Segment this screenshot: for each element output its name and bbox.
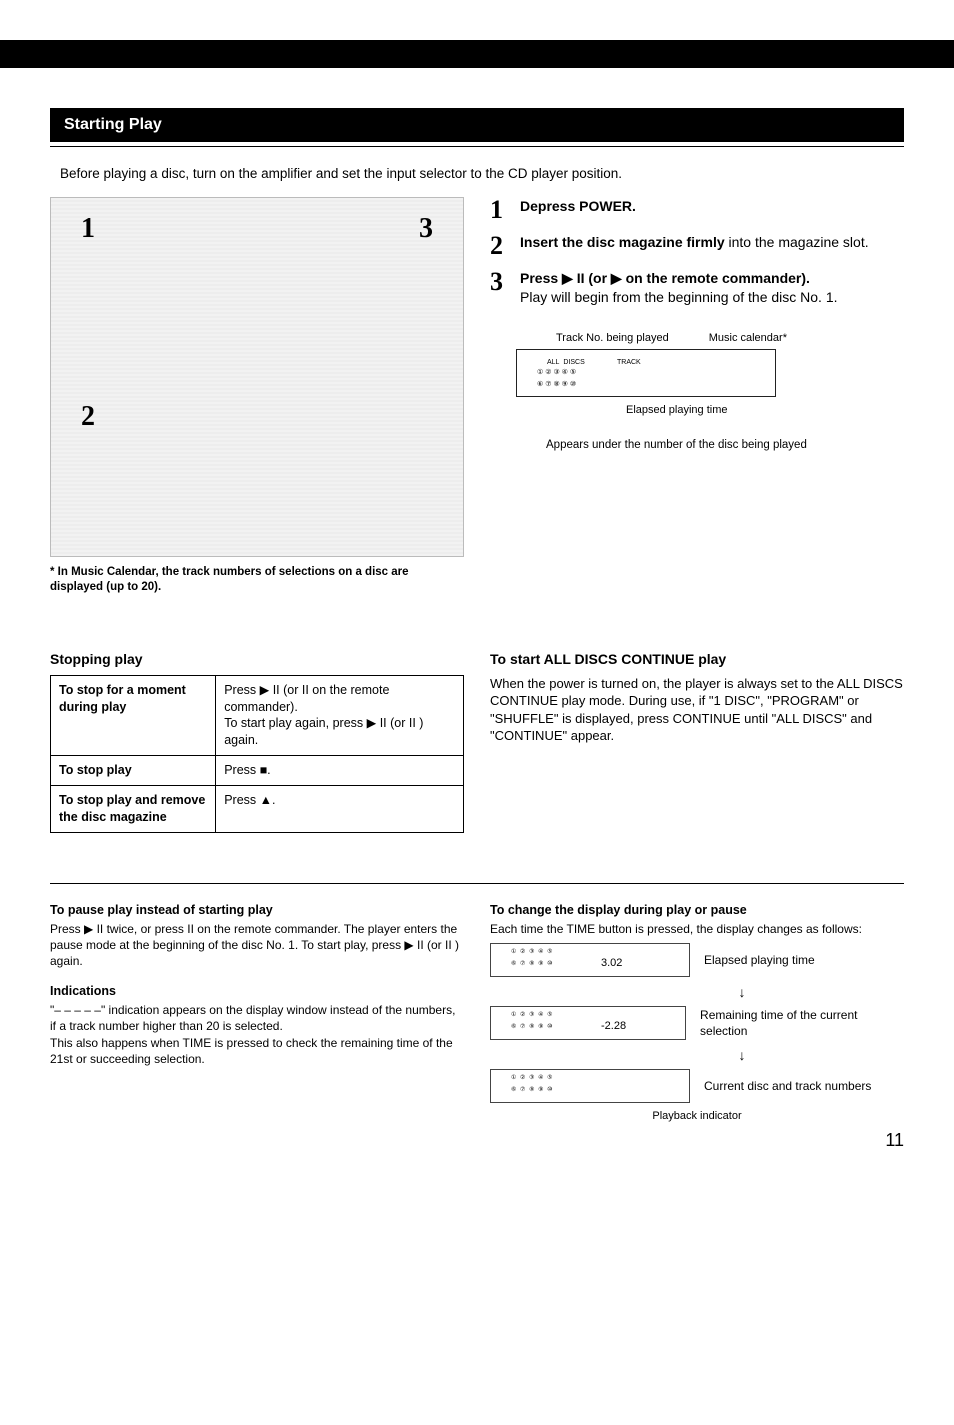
section-underline [50,146,904,147]
bottom-right-column: To change the display during play or pau… [490,902,904,1152]
horizontal-divider [50,883,904,884]
display-row-0-caption: Elapsed playing time [704,952,815,968]
stop-row-2-value: Press ▲. [216,786,464,833]
diagram-step-3: 3 [419,210,433,248]
section-title: Starting Play [50,108,904,142]
all-discs-column: To start ALL DISCS CONTINUE play When th… [490,626,904,833]
music-calendar-footnote: * In Music Calendar, the track numbers o… [50,565,464,596]
step-3: 3 Press ▶ II (or ▶ on the remote command… [490,269,904,307]
table-row: To stop for a moment during play Press ▶… [51,675,464,756]
all-discs-body: When the power is turned on, the player … [490,675,904,745]
display-row-0: ① ② ③ ④ ⑤ ⑥ ⑦ ⑧ ⑨ ⑩ 3.02 Elapsed playing… [490,943,904,977]
cycle-arrow-icon: ↓ [580,1046,904,1065]
step-1-text: Depress POWER. [520,198,636,214]
pause-body: Press ▶ II twice, or press II on the rem… [50,921,464,970]
stopping-play-column: Stopping play To stop for a moment durin… [50,626,464,833]
stopping-play-heading: Stopping play [50,650,464,669]
elapsed-time-label: Elapsed playing time [626,403,904,418]
page-number: 11 [490,1128,904,1152]
lcd-panel: ALL DISCS TRACK ① ② ③ ④ ⑤ ⑥ ⑦ ⑧ ⑨ ⑩ [516,349,776,397]
display-row-2-caption: Current disc and track numbers [704,1078,871,1094]
change-display-heading: To change the display during play or pau… [490,902,904,919]
music-calendar-label: Music calendar* [709,331,787,346]
bottom-two-column: To pause play instead of starting play P… [50,902,904,1152]
top-black-bar [0,40,954,68]
stop-row-0-label: To stop for a moment during play [51,675,216,756]
right-column-steps: 1 Depress POWER. 2 Insert the disc magaz… [490,197,904,596]
appears-under-label: Appears under the number of the disc bei… [546,438,904,454]
mini-lcd-2: ① ② ③ ④ ⑤ ⑥ ⑦ ⑧ ⑨ ⑩ [490,1069,690,1103]
step-3-number: 3 [490,269,510,307]
pause-heading: To pause play instead of starting play [50,902,464,919]
table-row: To stop play Press ■. [51,756,464,786]
stop-row-0-value: Press ▶ II (or II on the remote commande… [216,675,464,756]
player-diagram: 1 3 2 [50,197,464,557]
step-2-bold: Insert the disc magazine firmly [520,234,725,250]
intro-text: Before playing a disc, turn on the ampli… [60,165,904,183]
indications-heading: Indications [50,983,464,1000]
step-1-number: 1 [490,197,510,223]
step-3-bold: Press ▶ II (or ▶ on the remote commander… [520,269,904,288]
track-no-label: Track No. being played [556,331,669,346]
stopping-play-table: To stop for a moment during play Press ▶… [50,675,464,833]
step-3-rest: Play will begin from the beginning of th… [520,288,904,307]
mini-lcd-1: ① ② ③ ④ ⑤ ⑥ ⑦ ⑧ ⑨ ⑩ -2.28 [490,1006,686,1040]
mini-lcd-0-value: 3.02 [601,956,622,971]
step-2-number: 2 [490,233,510,259]
stop-row-2-label: To stop play and remove the disc magazin… [51,786,216,833]
left-column: 1 3 2 * In Music Calendar, the track num… [50,197,464,596]
bottom-left-column: To pause play instead of starting play P… [50,902,464,1152]
change-display-intro: Each time the TIME button is pressed, th… [490,921,904,937]
mid-two-column: Stopping play To stop for a moment durin… [50,626,904,833]
mini-lcd-0: ① ② ③ ④ ⑤ ⑥ ⑦ ⑧ ⑨ ⑩ 3.02 [490,943,690,977]
step-2: 2 Insert the disc magazine firmly into t… [490,233,904,259]
display-row-1-caption: Remaining time of the current selection [700,1007,904,1039]
stop-row-1-label: To stop play [51,756,216,786]
indications-body: "– – – – –" indication appears on the di… [50,1002,464,1067]
table-row: To stop play and remove the disc magazin… [51,786,464,833]
stop-row-1-value: Press ■. [216,756,464,786]
display-row-2: ① ② ③ ④ ⑤ ⑥ ⑦ ⑧ ⑨ ⑩ Current disc and tra… [490,1069,904,1103]
cycle-arrow-icon: ↓ [580,983,904,1002]
step-2-rest: into the magazine slot. [725,234,869,250]
step-1: 1 Depress POWER. [490,197,904,223]
playback-indicator-label: Playback indicator [490,1109,904,1124]
diagram-step-2: 2 [81,398,95,436]
diagram-step-1: 1 [81,210,95,248]
lcd-display-figure: Track No. being played Music calendar* A… [516,331,904,454]
all-discs-heading: To start ALL DISCS CONTINUE play [490,650,904,669]
main-two-column: 1 3 2 * In Music Calendar, the track num… [50,197,904,596]
mini-lcd-1-value: -2.28 [601,1019,626,1034]
display-row-1: ① ② ③ ④ ⑤ ⑥ ⑦ ⑧ ⑨ ⑩ -2.28 Remaining time… [490,1006,904,1040]
display-cycle-list: ① ② ③ ④ ⑤ ⑥ ⑦ ⑧ ⑨ ⑩ 3.02 Elapsed playing… [490,943,904,1103]
